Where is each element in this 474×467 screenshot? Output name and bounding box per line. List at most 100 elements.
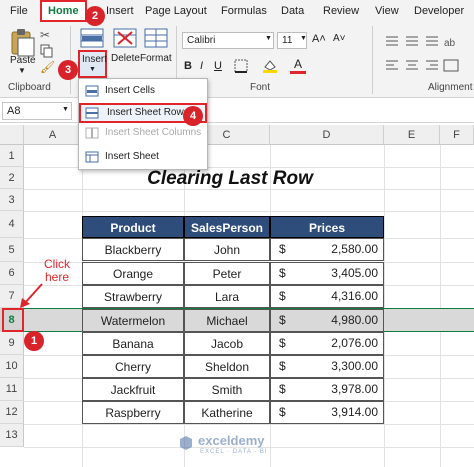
insert-sheet-menu-icon	[85, 151, 99, 163]
column-header-d[interactable]: D	[270, 125, 384, 145]
cell-salesperson[interactable]: Sheldon	[184, 355, 270, 378]
price-value: 3,300.00	[331, 359, 378, 373]
format-button[interactable]: Format	[140, 53, 172, 64]
shrink-font-button[interactable]: A˅	[333, 33, 346, 44]
menu-item-insert-cells[interactable]: Insert Cells	[79, 81, 207, 101]
font-name-box[interactable]: Calibri	[182, 32, 274, 49]
format-painter-icon[interactable]: 🖌	[40, 60, 55, 74]
insert-columns-menu-icon	[85, 127, 99, 139]
top-alignment-icons[interactable]: ab	[384, 34, 464, 50]
cell-salesperson[interactable]: Lara	[184, 285, 270, 308]
borders-icon[interactable]	[234, 59, 248, 73]
cell-salesperson[interactable]: John	[184, 238, 270, 261]
cell-salesperson[interactable]: Michael	[184, 309, 270, 332]
row-header[interactable]: 10	[0, 355, 24, 378]
tab-data[interactable]: Data	[281, 0, 304, 22]
menu-item-label: Insert Sheet	[105, 151, 159, 162]
formula-bar: A8 ▼ ⋮	[0, 99, 474, 123]
callout-arrow-icon	[20, 283, 43, 308]
price-value: 2,076.00	[331, 336, 378, 350]
cell-product[interactable]: Raspberry	[82, 401, 184, 424]
cell-salesperson[interactable]: Jacob	[184, 332, 270, 355]
row-header[interactable]: 13	[0, 424, 24, 447]
watermark-brand: exceldemy	[198, 433, 265, 448]
price-value: 3,914.00	[331, 405, 378, 419]
cell-product[interactable]: Banana	[82, 332, 184, 355]
copy-icon[interactable]	[40, 44, 54, 58]
price-value: 4,980.00	[331, 313, 378, 327]
name-box-dropdown-icon[interactable]: ▼	[62, 106, 69, 113]
row-header[interactable]: 4	[0, 211, 24, 238]
step-badge-4: 4	[183, 106, 203, 126]
underline-button[interactable]: U	[214, 58, 222, 74]
tab-page-layout[interactable]: Page Layout	[145, 0, 207, 22]
insert-rows-menu-icon	[85, 107, 99, 119]
sheet-title: Clearing Last Row	[147, 168, 313, 189]
cell-product[interactable]: Blackberry	[82, 238, 184, 261]
delete-button[interactable]: Delete	[111, 53, 140, 64]
insert-cells-icon	[80, 28, 104, 48]
select-all-corner[interactable]	[0, 125, 24, 145]
delete-cells-icon	[113, 28, 137, 48]
step-badge-1: 1	[24, 331, 44, 351]
horizontal-alignment-icons[interactable]	[384, 58, 464, 74]
row-header[interactable]: 2	[0, 167, 24, 189]
insert-label: Insert	[82, 54, 108, 65]
gridline	[440, 145, 441, 467]
cell-product[interactable]: Cherry	[82, 355, 184, 378]
cell-product[interactable]: Orange	[82, 262, 184, 285]
click-here-text: Click here	[44, 257, 70, 284]
currency-symbol: $	[279, 289, 286, 303]
column-header-a[interactable]: A	[24, 125, 82, 145]
group-alignment-label: Alignment	[428, 82, 473, 93]
row-header[interactable]: 11	[0, 378, 24, 401]
cut-icon[interactable]: ✂	[40, 28, 54, 42]
fill-color-icon[interactable]	[262, 59, 278, 73]
currency-symbol: $	[279, 405, 286, 419]
price-value: 3,978.00	[331, 382, 378, 396]
cell-product[interactable]: Watermelon	[82, 309, 184, 332]
row-header[interactable]: 3	[0, 189, 24, 211]
row-header[interactable]: 5	[0, 238, 24, 262]
tab-developer[interactable]: Developer	[414, 0, 464, 22]
header-product: Product	[82, 216, 184, 238]
cell-product[interactable]: Strawberry	[82, 285, 184, 308]
currency-symbol: $	[279, 313, 286, 327]
cell-product[interactable]: Jackfruit	[82, 378, 184, 401]
format-cells-icon	[144, 28, 168, 48]
watermark-tagline: EXCEL · DATA · BI	[200, 449, 268, 455]
font-name-dropdown-icon[interactable]: ▼	[265, 35, 272, 42]
insert-cells-menu-icon	[85, 85, 99, 97]
menu-item-label: Insert Sheet Rows	[107, 107, 189, 118]
tab-view[interactable]: View	[375, 0, 399, 22]
font-color-icon[interactable]: A	[290, 58, 306, 74]
menu-item-insert-sheet-columns[interactable]: Insert Sheet Columns	[79, 123, 207, 143]
group-font-label: Font	[250, 82, 271, 93]
tab-file[interactable]: File	[10, 0, 28, 22]
menu-item-insert-sheet[interactable]: Insert Sheet	[79, 147, 207, 167]
column-header-f[interactable]: F	[440, 125, 474, 145]
row-header[interactable]: 9	[0, 332, 24, 355]
row-header[interactable]: 12	[0, 401, 24, 424]
column-header-e[interactable]: E	[384, 125, 440, 145]
grow-font-button[interactable]: A˄	[312, 33, 326, 45]
cell-salesperson[interactable]: Peter	[184, 262, 270, 285]
tab-insert[interactable]: Insert	[106, 0, 134, 22]
tab-review[interactable]: Review	[323, 0, 359, 22]
header-salesperson: SalesPerson	[184, 216, 270, 238]
cell-salesperson[interactable]: Smith	[184, 378, 270, 401]
currency-symbol: $	[279, 336, 286, 350]
tab-home[interactable]: Home	[40, 0, 87, 22]
bold-button[interactable]: B	[184, 58, 192, 74]
tab-formulas[interactable]: Formulas	[221, 0, 267, 22]
price-value: 2,580.00	[331, 242, 378, 256]
italic-button[interactable]: I	[200, 58, 203, 74]
header-prices: Prices	[270, 216, 384, 238]
row-header[interactable]: 1	[0, 145, 24, 167]
insert-button[interactable]: Insert ▼	[78, 50, 107, 78]
font-size-dropdown-icon[interactable]: ▼	[300, 35, 307, 42]
cell-salesperson[interactable]: Katherine	[184, 401, 270, 424]
paste-dropdown-icon[interactable]: ▼	[18, 66, 26, 75]
ribbon-tab-bar: File Home Insert Page Layout Formulas Da…	[0, 0, 474, 22]
paste-icon	[11, 29, 35, 57]
